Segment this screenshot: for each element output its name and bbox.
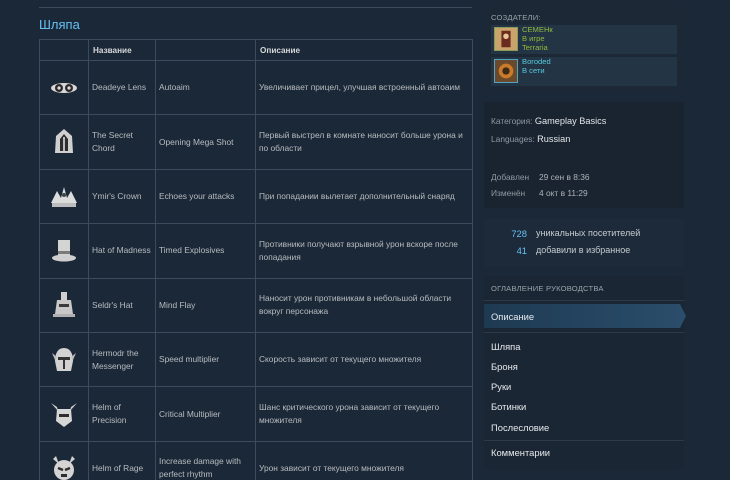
creator-card[interactable]: Boroded В сети	[491, 57, 677, 86]
item-ability: Autoaim	[155, 59, 256, 116]
divider	[484, 300, 684, 301]
rage-helm-icon	[49, 453, 79, 480]
toc-item-armor[interactable]: Броня	[491, 361, 518, 372]
favorites-count: 41	[516, 245, 527, 256]
table-row: The Secret Chord Opening Mega Shot Первы…	[39, 114, 473, 170]
creator-name[interactable]: Boroded	[522, 57, 551, 66]
item-name: Hat of Madness	[88, 223, 156, 279]
creator-status: В игре	[522, 34, 545, 43]
item-description: Наносит урон противникам в небольшой обл…	[255, 277, 473, 333]
table-row: Hat of Madness Timed Explosives Противни…	[39, 223, 473, 279]
item-ability: Echoes your attacks	[155, 168, 256, 225]
lens-icon	[49, 73, 79, 103]
table-row: Helm of Rage Increase damage with perfec…	[39, 440, 473, 480]
visitors-count: 728	[511, 228, 527, 239]
avatar[interactable]	[494, 59, 518, 83]
item-ability: Critical Multiplier	[155, 386, 256, 442]
divider	[484, 332, 684, 333]
favorites-label: добавили в избранное	[536, 245, 631, 255]
item-description: Урон зависит от текущего множителя	[255, 440, 473, 480]
header-ability	[155, 39, 256, 61]
top-hat-icon	[49, 236, 79, 266]
header-icon	[39, 39, 89, 61]
item-name: Helm of Rage	[88, 440, 156, 480]
item-description: Шанс критического урона зависит от текущ…	[255, 386, 473, 442]
item-ability: Timed Explosives	[155, 223, 256, 279]
guide-content: Шляпа Название Описание Deadeye Lens Aut…	[39, 0, 473, 480]
changed-value: 4 окт в 11:29	[539, 188, 588, 198]
item-name: The Secret Chord	[88, 114, 156, 170]
totem-hat-icon	[49, 290, 79, 320]
creator-card[interactable]: СЕМЕНк В игре Terraria	[491, 25, 677, 54]
table-row: Deadeye Lens Autoaim Увеличивает прицел,…	[39, 59, 473, 116]
table-row: Hermodr the Messenger Speed multiplier С…	[39, 331, 473, 388]
item-ability: Increase damage with perfect rhythm	[155, 440, 256, 480]
item-name: Hermodr the Messenger	[88, 331, 156, 388]
toc-item-afterword[interactable]: Послесловие	[491, 422, 549, 433]
winged-helm-icon	[49, 345, 79, 375]
category-label: Категория:	[491, 116, 533, 126]
toc-item-boots[interactable]: Ботинки	[491, 401, 526, 412]
header-description: Описание	[255, 39, 473, 61]
items-table: Название Описание Deadeye Lens Autoaim У…	[39, 39, 473, 480]
creators-title: СОЗДАТЕЛИ:	[491, 13, 541, 22]
stats-panel	[484, 219, 684, 267]
added-value: 29 сен в 8:36	[539, 172, 590, 182]
toc-item-hat[interactable]: Шляпа	[491, 341, 520, 352]
item-ability: Mind Flay	[155, 277, 256, 333]
item-description: Скорость зависит от текущего множителя	[255, 331, 473, 388]
languages-line: Languages: Russian	[491, 134, 570, 144]
item-name: Seldr's Hat	[88, 277, 156, 333]
item-description: При попадании вылетает дополнительный сн…	[255, 168, 473, 225]
added-label: Добавлен	[491, 172, 530, 182]
item-ability: Speed multiplier	[155, 331, 256, 388]
item-ability: Opening Mega Shot	[155, 114, 256, 170]
toc-item-description[interactable]: Описание	[491, 311, 534, 322]
item-description: Увеличивает прицел, улучшая встроенный а…	[255, 59, 473, 116]
table-row: Seldr's Hat Mind Flay Наносит урон проти…	[39, 277, 473, 333]
visitors-label: уникальных посетителей	[536, 228, 641, 238]
item-name: Deadeye Lens	[88, 59, 156, 116]
table-header-row: Название Описание	[39, 39, 473, 61]
item-description: Противники получают взрывной урон вскоре…	[255, 223, 473, 279]
horned-helm-icon	[49, 399, 79, 429]
item-name: Ymir's Crown	[88, 168, 156, 225]
creator-game: Terraria	[522, 43, 548, 52]
table-row: Ymir's Crown Echoes your attacks При поп…	[39, 168, 473, 225]
item-description: Первый выстрел в комнате наносит больше …	[255, 114, 473, 170]
toc-item-hands[interactable]: Руки	[491, 381, 511, 392]
creator-name[interactable]: СЕМЕНк	[522, 25, 553, 34]
section-title: Шляпа	[39, 17, 80, 32]
divider	[484, 440, 684, 441]
category-value[interactable]: Gameplay Basics	[535, 116, 607, 126]
hood-icon	[49, 127, 79, 157]
toc-title: ОГЛАВЛЕНИЕ РУКОВОДСТВА	[491, 284, 604, 293]
creator-status: В сети	[522, 66, 545, 75]
avatar[interactable]	[494, 27, 518, 51]
item-name: Helm of Precision	[88, 386, 156, 442]
changed-label: Изменён	[491, 188, 526, 198]
category-line: Категория: Gameplay Basics	[491, 116, 606, 126]
languages-value: Russian	[537, 134, 571, 144]
divider	[39, 7, 472, 8]
header-name: Название	[88, 39, 156, 61]
crown-icon	[49, 181, 79, 211]
table-row: Helm of Precision Critical Multiplier Ша…	[39, 386, 473, 442]
languages-label: Languages:	[491, 134, 535, 144]
toc-item-comments[interactable]: Комментарии	[491, 447, 550, 458]
